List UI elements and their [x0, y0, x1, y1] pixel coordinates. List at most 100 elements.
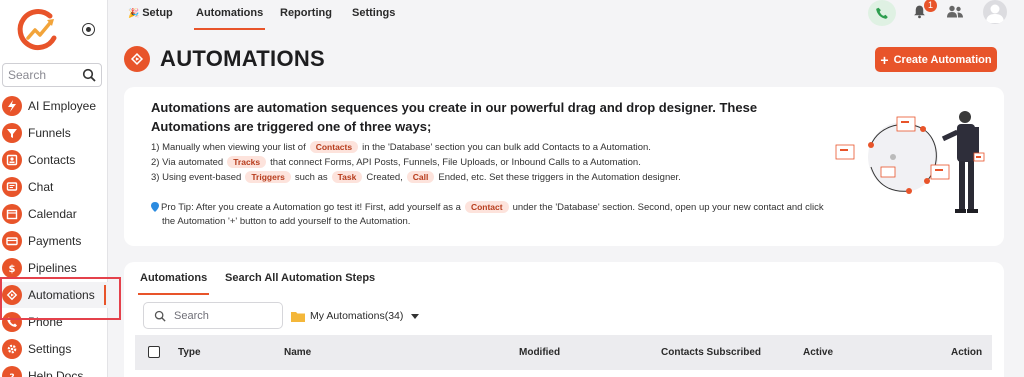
avatar[interactable]	[983, 0, 1007, 24]
collapse-toggle-icon[interactable]	[82, 23, 95, 36]
table-header: Type Name Modified Contacts Subscribed A…	[135, 335, 992, 370]
tab-setup[interactable]: 🎉 Setup	[128, 7, 173, 19]
info-text: the Automation '+' button to add yoursel…	[162, 216, 411, 227]
info-line-1: 1) Manually when viewing your list of Co…	[151, 141, 651, 153]
info-text: that connect Forms, API Posts, Funnels, …	[270, 156, 641, 168]
pro-tip-line-1: Pro Tip: After you create a Automation g…	[151, 201, 824, 213]
search-icon	[154, 310, 166, 322]
sidebar-item-label: Automations	[28, 288, 95, 302]
tab-search-all-steps[interactable]: Search All Automation Steps	[225, 272, 375, 284]
lightning-icon	[2, 96, 22, 116]
brand-logo[interactable]	[14, 6, 62, 54]
tab-reporting[interactable]: Reporting	[280, 7, 332, 19]
sidebar-item-label: Phone	[28, 315, 63, 329]
column-modified[interactable]: Modified	[519, 347, 560, 358]
sidebar-item-label: Pipelines	[28, 261, 77, 275]
phone-icon	[2, 312, 22, 332]
contacts-icon	[2, 150, 22, 170]
contact-chip: Contact	[464, 201, 509, 213]
sidebar-item-ai-employee[interactable]: AI Employee	[0, 93, 108, 119]
pro-tip-line-2: the Automation '+' button to add yoursel…	[162, 216, 410, 227]
info-text: Ended, etc. Set these triggers in the Au…	[438, 171, 681, 183]
sidebar-item-label: Payments	[28, 234, 82, 248]
automation-icon	[124, 46, 150, 72]
info-text: 3) Using event-based	[151, 171, 242, 183]
help-icon: ?	[2, 366, 22, 377]
sidebar-item-funnels[interactable]: Funnels	[0, 120, 108, 146]
info-text: Created,	[366, 171, 403, 183]
task-chip: Task	[331, 171, 363, 183]
sidebar-item-payments[interactable]: Payments	[0, 228, 108, 254]
info-text: 1) Manually when viewing your list of	[151, 141, 306, 153]
info-line-2: 2) Via automated Tracks that connect For…	[151, 156, 641, 168]
svg-text:$: $	[9, 264, 16, 274]
sidebar-item-label: Settings	[28, 342, 72, 356]
contacts-chip: Contacts	[309, 141, 359, 153]
sidebar-search-input[interactable]: Search	[2, 63, 102, 87]
party-icon: 🎉	[128, 8, 140, 18]
call-chip: Call	[406, 171, 435, 183]
sidebar-item-help-docs[interactable]: ? Help Docs	[0, 363, 108, 377]
sidebar-item-pipelines[interactable]: $ Pipelines	[0, 255, 108, 281]
chat-icon	[2, 177, 22, 197]
info-text: under the 'Database' section. Second, op…	[512, 201, 824, 213]
info-text: Pro Tip: After you create a Automation g…	[161, 201, 461, 213]
payments-icon	[2, 231, 22, 251]
sidebar-item-phone[interactable]: Phone	[0, 309, 108, 335]
column-contacts-subscribed[interactable]: Contacts Subscribed	[661, 347, 761, 358]
users-icon[interactable]	[946, 4, 964, 19]
sidebar-item-settings[interactable]: Settings	[0, 336, 108, 362]
funnel-icon	[2, 123, 22, 143]
tab-settings[interactable]: Settings	[352, 7, 395, 19]
select-all-checkbox[interactable]	[148, 346, 160, 358]
triggers-chip: Triggers	[245, 171, 291, 183]
sidebar-item-contacts[interactable]: Contacts	[0, 147, 108, 173]
folder-dropdown[interactable]: My Automations(34)	[291, 310, 420, 322]
automation-icon	[2, 285, 22, 305]
create-automation-button[interactable]: + Create Automation	[875, 47, 997, 72]
sidebar-item-label: Help Docs	[28, 369, 84, 377]
dollar-icon: $	[2, 258, 22, 278]
chevron-down-icon	[411, 313, 420, 319]
calendar-icon	[2, 204, 22, 224]
phone-icon	[876, 7, 888, 19]
sidebar-item-calendar[interactable]: Calendar	[0, 201, 108, 227]
automations-table-card: Automations Search All Automation Steps …	[124, 262, 1004, 377]
info-card: Automations are automation sequences you…	[124, 87, 1004, 246]
gear-icon	[2, 339, 22, 359]
automation-search-input[interactable]: Search	[143, 302, 283, 329]
tab-setup-label: Setup	[142, 7, 173, 19]
sidebar-item-label: Chat	[28, 180, 54, 194]
sidebar: Search AI Employee Funnels Contacts Chat…	[0, 0, 108, 377]
tab-automations[interactable]: Automations	[193, 7, 266, 30]
sidebar-item-label: Calendar	[28, 207, 77, 221]
create-automation-label: Create Automation	[893, 53, 992, 66]
info-text: such as	[294, 171, 328, 183]
search-placeholder: Search	[174, 310, 209, 322]
sidebar-item-label: Funnels	[28, 126, 71, 140]
info-line-3: 3) Using event-based Triggers such as Ta…	[151, 171, 681, 183]
folder-icon	[291, 311, 305, 322]
sidebar-search-placeholder: Search	[8, 68, 47, 82]
sidebar-item-label: Contacts	[28, 153, 76, 167]
tab-automations-list[interactable]: Automations	[137, 272, 210, 295]
sidebar-item-automations[interactable]: Automations	[0, 282, 108, 308]
dialer-button[interactable]	[868, 0, 896, 26]
tracks-chip: Tracks	[227, 156, 267, 168]
pin-icon	[151, 202, 159, 212]
svg-text:?: ?	[9, 373, 14, 377]
page-title: AUTOMATIONS	[160, 46, 326, 71]
column-action[interactable]: Action	[951, 347, 982, 358]
automation-illustration	[835, 111, 985, 213]
folder-label: My Automations(34)	[310, 310, 404, 322]
column-name[interactable]: Name	[284, 347, 311, 358]
sidebar-item-chat[interactable]: Chat	[0, 174, 108, 200]
plus-icon: +	[880, 51, 889, 68]
column-active[interactable]: Active	[803, 347, 833, 358]
search-icon[interactable]	[82, 68, 96, 82]
info-heading: Automations are automation sequences you…	[151, 100, 758, 134]
sidebar-item-label: AI Employee	[28, 99, 97, 113]
info-text: 2) Via automated	[151, 156, 224, 168]
info-text: in the 'Database' section you can bulk a…	[362, 141, 651, 153]
column-type[interactable]: Type	[178, 347, 201, 358]
